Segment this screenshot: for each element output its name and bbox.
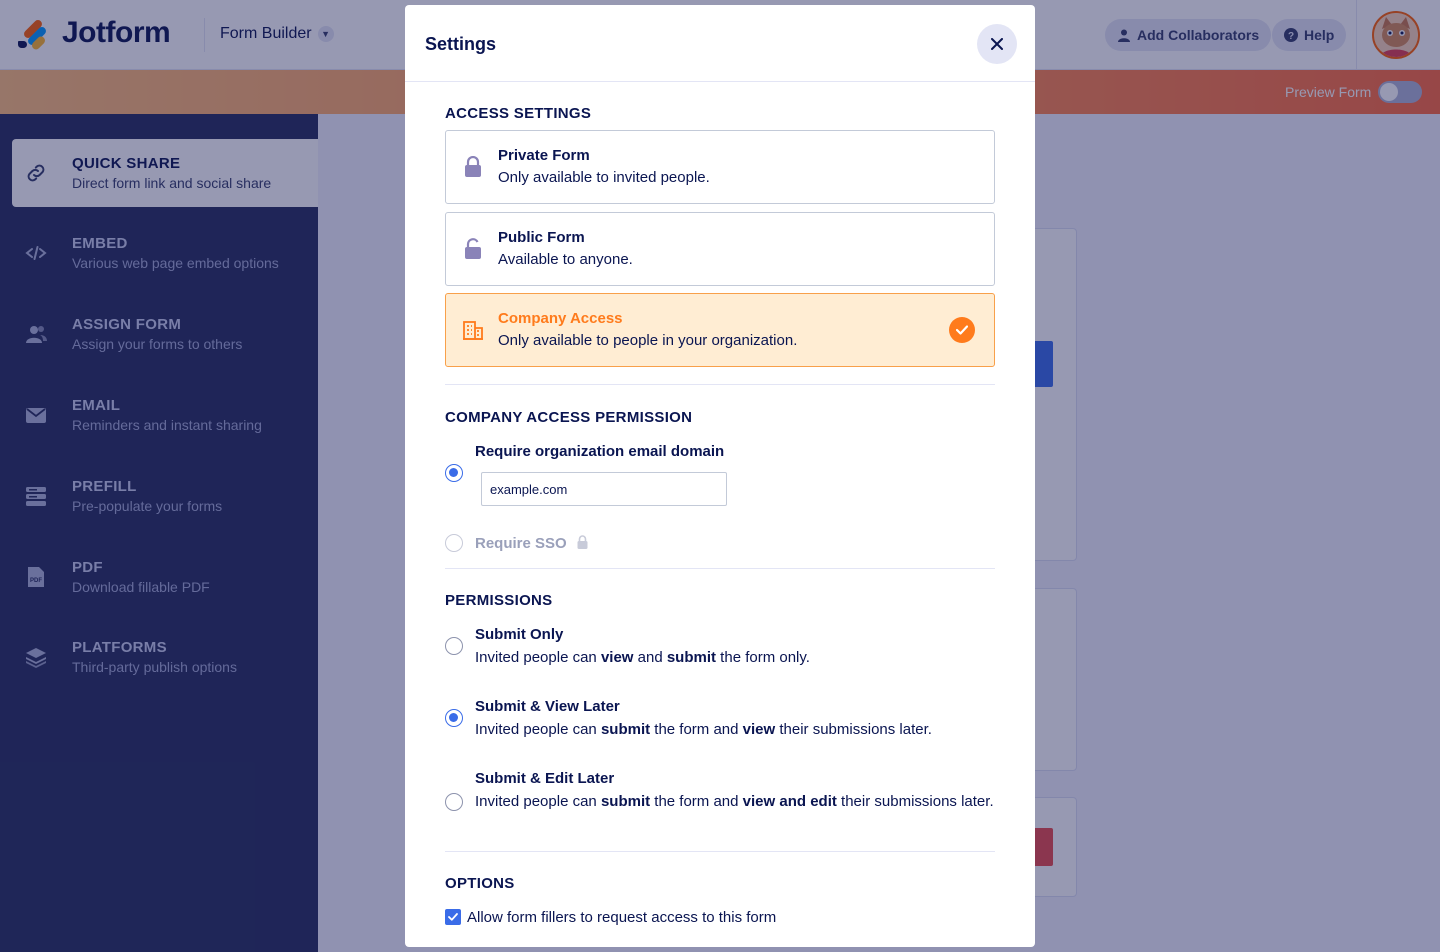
lock-icon — [577, 535, 588, 549]
email-domain-input[interactable] — [481, 472, 727, 506]
modal-header: Settings — [405, 5, 1035, 82]
option-title: Public Form — [498, 229, 585, 246]
require-sso-radio[interactable] — [445, 534, 463, 552]
divider — [445, 384, 995, 385]
allow-request-label: Allow form fillers to request access to … — [467, 909, 777, 926]
require-domain-radio[interactable] — [445, 464, 463, 482]
public-form-option[interactable]: Public Form Available to anyone. — [445, 212, 995, 286]
require-domain-label: Require organization email domain — [475, 443, 725, 460]
company-access-option[interactable]: Company Access Only available to people … — [445, 293, 995, 367]
divider — [445, 568, 995, 569]
submit-edit-later-title: Submit & Edit Later — [475, 770, 615, 787]
check-icon — [448, 913, 458, 921]
require-sso-text: Require SSO — [475, 535, 567, 552]
allow-request-checkbox[interactable] — [445, 909, 461, 925]
submit-view-later-title: Submit & View Later — [475, 698, 620, 715]
submit-only-title: Submit Only — [475, 626, 564, 643]
modal-title: Settings — [425, 34, 497, 54]
option-description: Only available to invited people. — [498, 169, 710, 186]
unlock-icon — [462, 237, 484, 261]
submit-edit-later-radio[interactable] — [445, 793, 463, 811]
submit-only-description: Invited people can view and submit the f… — [475, 649, 810, 666]
lock-icon — [462, 155, 484, 179]
submit-only-radio[interactable] — [445, 637, 463, 655]
close-button[interactable] — [977, 24, 1017, 64]
divider — [445, 851, 995, 852]
permissions-heading: PERMISSIONS — [445, 592, 553, 609]
company-access-permission-heading: COMPANY ACCESS PERMISSION — [445, 409, 693, 426]
submit-view-later-description: Invited people can submit the form and v… — [475, 721, 932, 738]
submit-view-later-radio[interactable] — [445, 709, 463, 727]
private-form-option[interactable]: Private Form Only available to invited p… — [445, 130, 995, 204]
settings-modal: Settings ACCESS SETTINGS Private Form On… — [405, 5, 1035, 947]
options-heading: OPTIONS — [445, 875, 515, 892]
require-sso-label: Require SSO — [475, 535, 588, 552]
access-settings-heading: ACCESS SETTINGS — [445, 105, 592, 122]
option-title: Company Access — [498, 310, 623, 327]
option-title: Private Form — [498, 147, 590, 164]
close-icon — [991, 38, 1003, 50]
check-icon — [949, 317, 975, 343]
option-description: Only available to people in your organiz… — [498, 332, 798, 349]
building-icon — [462, 318, 484, 342]
option-description: Available to anyone. — [498, 251, 633, 268]
submit-edit-later-description: Invited people can submit the form and v… — [475, 793, 994, 810]
